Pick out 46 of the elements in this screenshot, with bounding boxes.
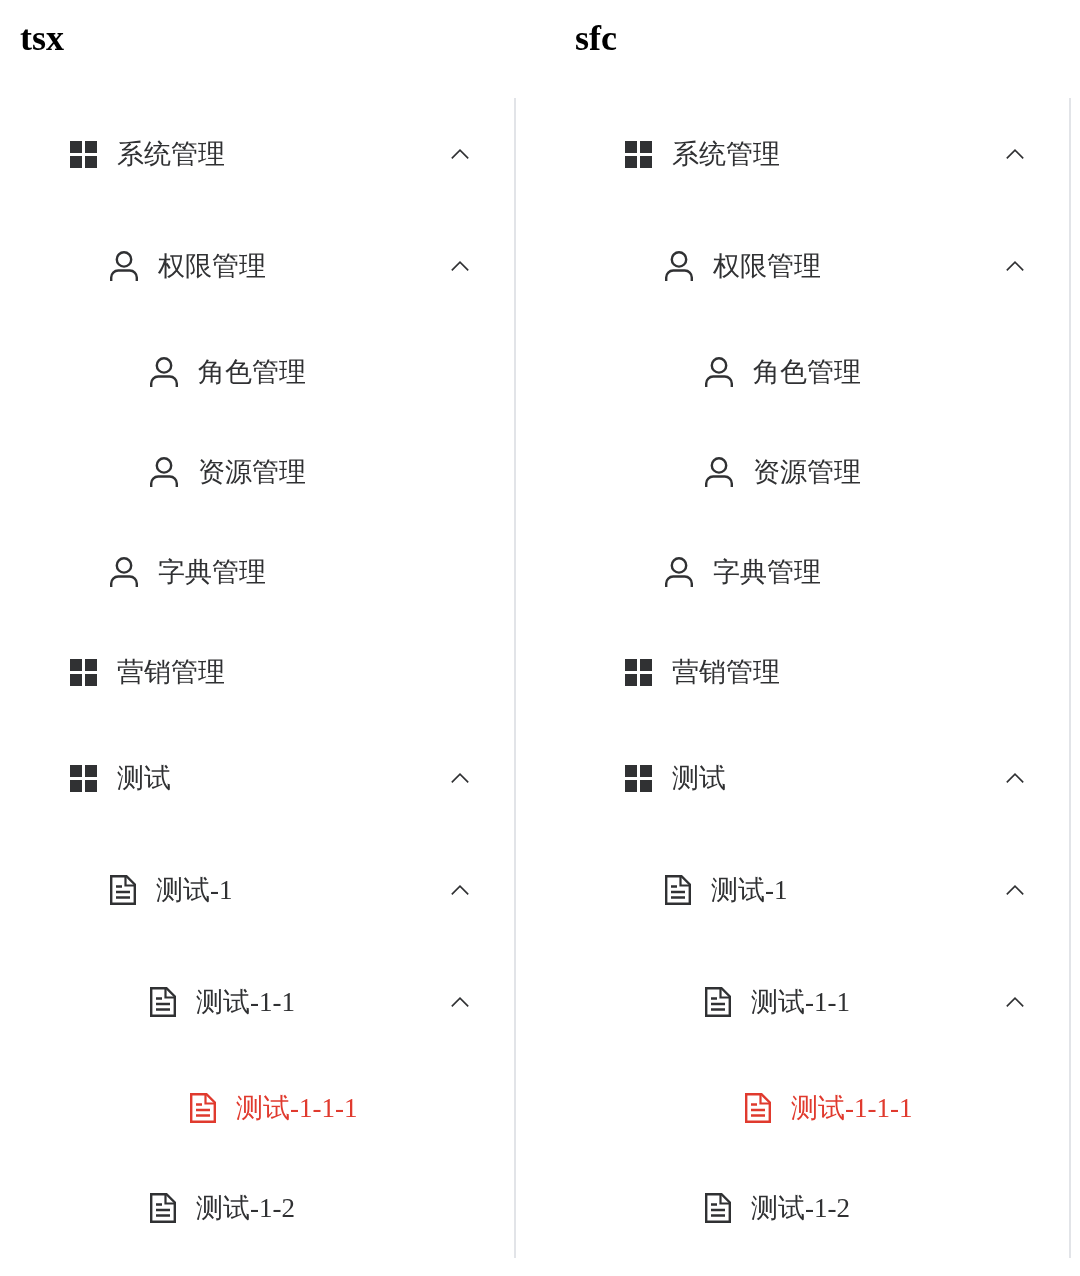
document-icon [705,1193,731,1223]
submenu-title[interactable]: 测试 [0,722,514,834]
menu-item[interactable]: 角色管理 [0,322,514,422]
menu-item[interactable]: 测试-1-1-1 [0,1058,514,1158]
grid-icon [70,764,97,792]
document-icon [110,875,136,905]
user-icon [150,357,178,387]
menu-item[interactable]: 字典管理 [555,522,1069,622]
document-icon [665,875,691,905]
document-icon [150,987,176,1017]
grid-icon [625,658,652,686]
menu-item[interactable]: 资源管理 [0,422,514,522]
user-icon [665,251,693,281]
menu-item[interactable]: 角色管理 [555,322,1069,422]
submenu-title[interactable]: 测试 [555,722,1069,834]
submenu-title[interactable]: 测试-1-1 [555,946,1069,1058]
menu-item[interactable]: 测试-1-2 [0,1158,514,1258]
document-icon [705,987,731,1017]
panel-heading: sfc [575,20,617,56]
user-icon [705,457,733,487]
menu-item[interactable]: 测试-1-1-1 [555,1058,1069,1158]
menu-item[interactable]: 测试-1-2 [555,1158,1069,1258]
menu-item[interactable]: 营销管理 [555,622,1069,722]
user-icon [110,251,138,281]
user-icon [705,357,733,387]
submenu-title[interactable]: 权限管理 [0,210,514,322]
document-icon [150,1193,176,1223]
user-icon [150,457,178,487]
submenu-title[interactable]: 系统管理 [0,98,514,210]
menu-item[interactable]: 资源管理 [555,422,1069,522]
grid-icon [625,140,652,168]
document-icon [190,1093,216,1123]
document-icon [745,1093,771,1123]
submenu-title[interactable]: 测试-1 [555,834,1069,946]
grid-icon [70,140,97,168]
menu-item[interactable]: 字典管理 [0,522,514,622]
submenu-title[interactable]: 权限管理 [555,210,1069,322]
grid-icon [625,764,652,792]
panel-heading: tsx [20,20,64,56]
user-icon [665,557,693,587]
submenu-title[interactable]: 系统管理 [555,98,1069,210]
user-icon [110,557,138,587]
grid-icon [70,658,97,686]
submenu-title[interactable]: 测试-1 [0,834,514,946]
submenu-title[interactable]: 测试-1-1 [0,946,514,1058]
menu-item[interactable]: 营销管理 [0,622,514,722]
